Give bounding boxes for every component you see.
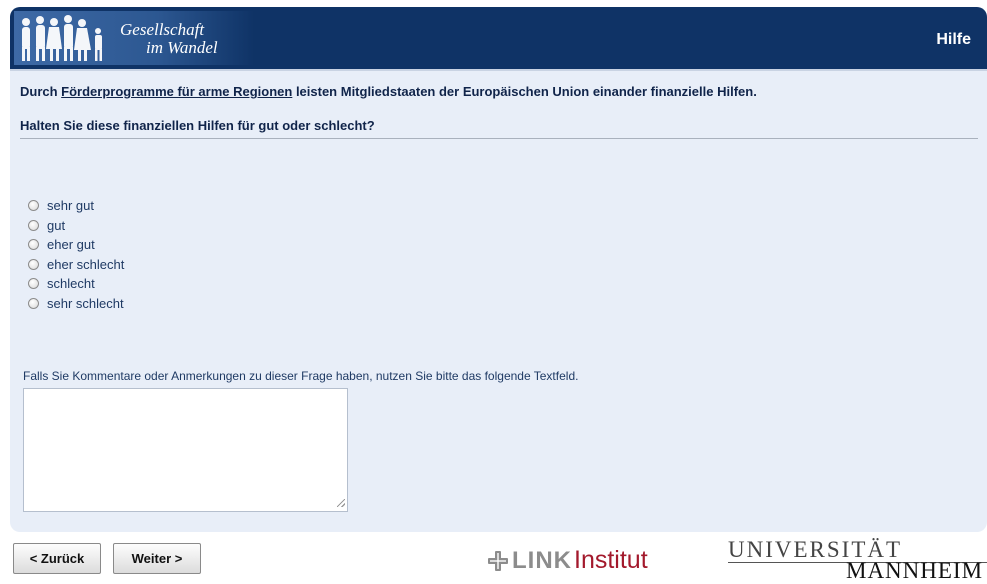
option-sehr-schlecht[interactable]: sehr schlecht <box>28 294 124 314</box>
radio-button[interactable] <box>28 297 39 309</box>
question-text: Halten Sie diese finanziellen Hilfen für… <box>20 118 375 133</box>
uni-mannheim-logo: UNIVERSITÄT MANNHEIM <box>728 537 987 583</box>
option-schlecht[interactable]: schlecht <box>28 274 124 294</box>
intro-suffix: leisten Mitgliedstaaten der Europäischen… <box>292 84 757 99</box>
radio-button[interactable] <box>28 219 39 231</box>
header-bar: Gesellschaft im Wandel Hilfe <box>10 7 987 69</box>
radio-button[interactable] <box>28 278 39 290</box>
option-label: sehr gut <box>47 198 94 214</box>
back-button[interactable]: < Zurück <box>13 543 101 574</box>
option-eher-schlecht[interactable]: eher schlecht <box>28 255 124 275</box>
foerderprogramme-link[interactable]: Förderprogramme für arme Regionen <box>61 84 292 99</box>
option-eher-gut[interactable]: eher gut <box>28 235 124 255</box>
answer-options: sehr gut gut eher gut eher schlecht schl… <box>28 196 124 313</box>
logo-text: Gesellschaft im Wandel <box>120 21 218 57</box>
option-label: gut <box>47 217 66 233</box>
help-link[interactable]: Hilfe <box>936 31 971 49</box>
option-label: schlecht <box>47 276 95 292</box>
logo-line2: im Wandel <box>146 38 218 57</box>
option-label: eher gut <box>47 237 95 253</box>
next-button[interactable]: Weiter > <box>113 543 201 574</box>
radio-button[interactable] <box>28 258 39 270</box>
gesellschaft-im-wandel-logo: Gesellschaft im Wandel <box>14 11 254 65</box>
header-underline <box>10 69 987 71</box>
logo-line1: Gesellschaft <box>120 20 205 39</box>
option-label: eher schlecht <box>47 256 125 272</box>
radio-button[interactable] <box>28 239 39 251</box>
link-institut-word: Institut <box>574 546 648 574</box>
intro-prefix: Durch <box>20 84 62 99</box>
link-institut-logo: LINK Institut <box>488 546 648 575</box>
link-cross-icon <box>488 550 508 571</box>
link-word: LINK <box>512 546 572 574</box>
people-silhouette-icon <box>22 15 102 61</box>
option-sehr-gut[interactable]: sehr gut <box>28 196 124 216</box>
comment-label: Falls Sie Kommentare oder Anmerkungen zu… <box>23 369 579 383</box>
survey-panel: Gesellschaft im Wandel Hilfe Durch Förde… <box>10 7 987 532</box>
option-label: sehr schlecht <box>47 295 124 311</box>
option-gut[interactable]: gut <box>28 216 124 236</box>
radio-button[interactable] <box>28 200 39 212</box>
uni-line2: MANNHEIM <box>846 558 984 583</box>
comment-textarea[interactable] <box>23 388 348 512</box>
resize-grip-icon[interactable] <box>337 499 345 507</box>
intro-text: Durch Förderprogramme für arme Regionen … <box>20 84 757 99</box>
question-separator <box>20 138 978 139</box>
